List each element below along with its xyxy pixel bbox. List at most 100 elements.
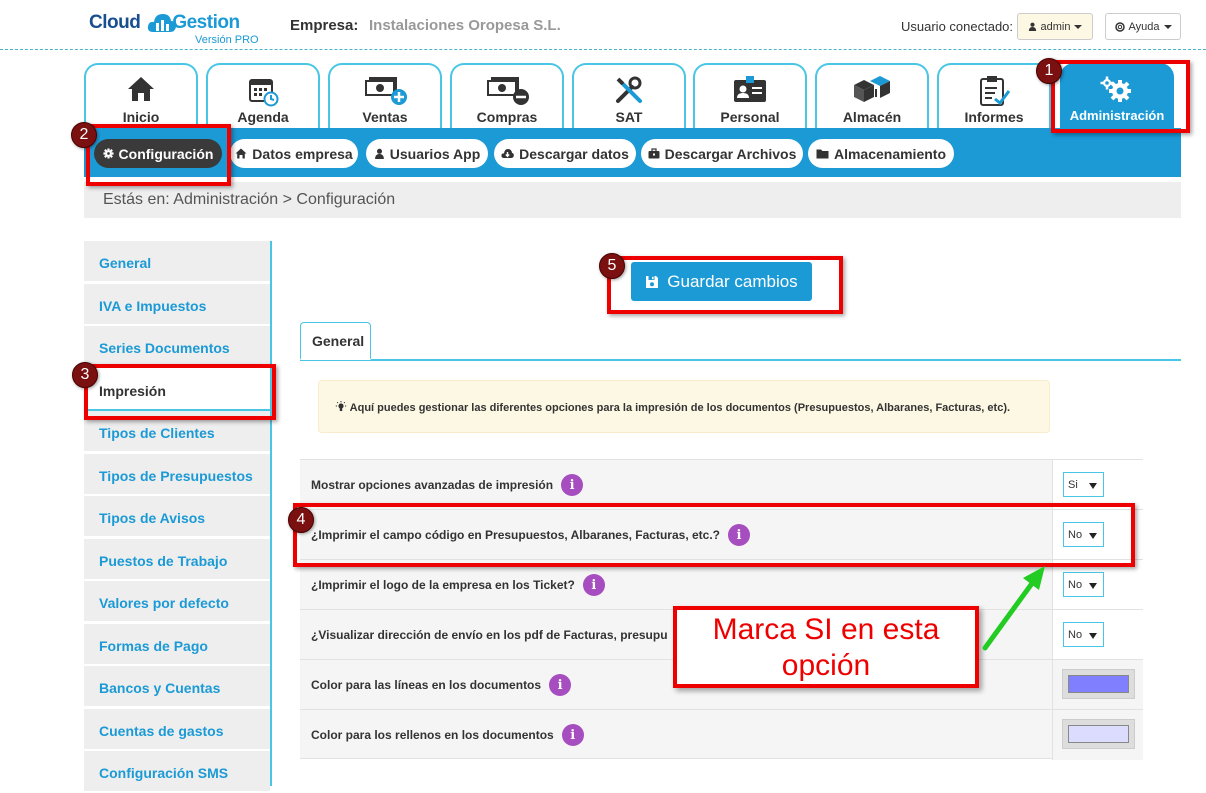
annotation-callout: Marca SI en esta opción bbox=[673, 606, 979, 688]
sidebar-item-configuracion-sms[interactable]: Configuración SMS bbox=[84, 751, 270, 793]
module-tab-personal[interactable]: Personal bbox=[693, 63, 807, 128]
module-tab-ventas[interactable]: Ventas bbox=[328, 63, 442, 128]
annotation-marker-3: 3 bbox=[72, 362, 98, 388]
breadcrumb: Estás en: Administración > Configuración bbox=[84, 182, 1181, 218]
annotation-marker-4: 4 bbox=[288, 507, 314, 533]
briefcase-icon bbox=[648, 148, 660, 159]
caret-down-icon bbox=[1089, 483, 1097, 489]
module-tab-informes[interactable]: Informes bbox=[937, 63, 1051, 128]
module-tab-label: Inicio bbox=[122, 109, 160, 125]
home-icon bbox=[235, 148, 247, 159]
module-tab-agenda[interactable]: Agenda bbox=[206, 63, 320, 128]
module-tab-label: Informes bbox=[964, 109, 1024, 125]
module-tab-compras[interactable]: Compras bbox=[450, 63, 564, 128]
folder-icon bbox=[816, 149, 829, 159]
subnav-label: Datos empresa bbox=[252, 145, 353, 162]
user-menu-label: admin bbox=[1040, 20, 1071, 33]
sidebar-item-bancos-cuentas[interactable]: Bancos y Cuentas bbox=[84, 666, 270, 708]
money-minus-icon bbox=[487, 77, 529, 105]
lightbulb-icon bbox=[335, 401, 347, 411]
annotation-box-2 bbox=[86, 124, 231, 186]
info-icon[interactable]: i bbox=[582, 574, 605, 596]
module-tab-inicio[interactable]: Inicio bbox=[84, 63, 198, 128]
select-value: No bbox=[1068, 629, 1083, 641]
color-picker-fills[interactable] bbox=[1062, 719, 1135, 749]
color-picker-lines[interactable] bbox=[1062, 669, 1135, 699]
sidebar-item-tipos-presupuestos[interactable]: Tipos de Presupuestos bbox=[84, 454, 270, 496]
setting-row: Color para los rellenos en los documento… bbox=[300, 709, 1143, 760]
tab-general[interactable]: General bbox=[300, 322, 371, 360]
caret-down-icon bbox=[1089, 633, 1097, 639]
annotation-box-5 bbox=[607, 256, 843, 314]
subnav-descargar-archivos[interactable]: Descargar Archivos bbox=[641, 139, 803, 168]
setting-select[interactable]: Si bbox=[1063, 472, 1104, 497]
config-sidebar: General IVA e Impuestos Series Documento… bbox=[84, 241, 272, 793]
sidebar-item-general[interactable]: General bbox=[84, 241, 270, 283]
sidebar-item-iva-impuestos[interactable]: IVA e Impuestos bbox=[84, 284, 270, 326]
sidebar-item-puestos-trabajo[interactable]: Puestos de Trabajo bbox=[84, 539, 270, 581]
subnav-almacenamiento[interactable]: Almacenamiento bbox=[808, 139, 954, 168]
annotation-marker-5: 5 bbox=[599, 253, 625, 279]
setting-label: Mostrar opciones avanzadas de impresión bbox=[311, 478, 554, 492]
user-icon bbox=[1028, 22, 1036, 31]
annotation-marker-1: 1 bbox=[1036, 58, 1062, 84]
module-tab-label: Agenda bbox=[237, 109, 289, 125]
annotation-box-3 bbox=[84, 364, 276, 420]
info-icon[interactable]: i bbox=[549, 674, 572, 696]
setting-label: Color para los rellenos en los documento… bbox=[311, 728, 554, 742]
sidebar-item-cuentas-gastos[interactable]: Cuentas de gastos bbox=[84, 709, 270, 751]
subnav-descargar-datos[interactable]: Descargar datos bbox=[494, 139, 636, 168]
annotation-box-4 bbox=[293, 503, 1135, 567]
module-tab-label: Compras bbox=[476, 109, 538, 125]
setting-label: Color para las líneas en los documentos bbox=[311, 678, 542, 692]
sidebar-item-series-documentos[interactable]: Series Documentos bbox=[84, 326, 270, 368]
setting-select[interactable]: No bbox=[1063, 622, 1104, 647]
green-arrow-icon bbox=[982, 566, 1045, 651]
sidebar-item-tipos-avisos[interactable]: Tipos de Avisos bbox=[84, 496, 270, 538]
lifebuoy-icon bbox=[1114, 21, 1125, 32]
color-swatch bbox=[1068, 675, 1129, 693]
help-menu-label: Ayuda bbox=[1128, 20, 1160, 33]
module-tab-label: Almacén bbox=[842, 109, 902, 125]
setting-select[interactable]: No bbox=[1063, 572, 1104, 597]
cloud-download-icon bbox=[501, 149, 514, 158]
user-menu-button[interactable]: admin bbox=[1017, 13, 1093, 40]
color-swatch bbox=[1068, 725, 1129, 743]
subnav-label: Descargar Archivos bbox=[664, 145, 797, 162]
select-value: No bbox=[1068, 579, 1083, 591]
setting-row: Mostrar opciones avanzadas de impresión i… bbox=[300, 459, 1143, 510]
cloudgestion-logo[interactable]: Cloud Gestion Versión PRO bbox=[89, 10, 264, 46]
tools-icon bbox=[616, 76, 642, 103]
sidebar-item-valores-defecto[interactable]: Valores por defecto bbox=[84, 581, 270, 623]
select-value: Si bbox=[1068, 479, 1078, 491]
sidebar-item-formas-pago[interactable]: Formas de Pago bbox=[84, 624, 270, 666]
empresa-label: Empresa: bbox=[290, 17, 359, 34]
info-icon[interactable]: i bbox=[561, 724, 584, 746]
top-header: Cloud Gestion Versión PRO Empresa: Instal… bbox=[0, 0, 1206, 50]
module-tab-almacen[interactable]: Almacén bbox=[815, 63, 929, 128]
home-icon bbox=[128, 77, 154, 101]
subnav-label: Almacenamiento bbox=[833, 145, 947, 162]
id-card-icon bbox=[734, 76, 766, 102]
subnav-datos-empresa[interactable]: Datos empresa bbox=[230, 139, 358, 168]
money-plus-icon bbox=[365, 77, 407, 105]
setting-label: ¿Imprimir el logo de la empresa en los T… bbox=[311, 578, 575, 592]
user-icon bbox=[374, 148, 384, 159]
subnav-usuarios-app[interactable]: Usuarios App bbox=[366, 139, 488, 168]
info-icon[interactable]: i bbox=[561, 474, 584, 496]
info-alert-text: Aquí puedes gestionar las diferentes opc… bbox=[349, 402, 1011, 414]
tab-underline bbox=[300, 359, 1181, 361]
module-tab-label: Ventas bbox=[362, 109, 408, 125]
info-alert: Aquí puedes gestionar las diferentes opc… bbox=[318, 380, 1050, 433]
module-tab-label: SAT bbox=[615, 109, 643, 125]
module-tab-label: Personal bbox=[720, 109, 780, 125]
subnav-label: Usuarios App bbox=[389, 145, 481, 162]
subnav-label: Descargar datos bbox=[519, 145, 629, 162]
caret-down-icon bbox=[1089, 583, 1097, 589]
cloud-icon bbox=[147, 14, 177, 32]
clipboard-icon bbox=[980, 76, 1011, 106]
help-menu-button[interactable]: Ayuda bbox=[1105, 13, 1181, 40]
logo-version: Versión PRO bbox=[195, 34, 259, 46]
module-tab-sat[interactable]: SAT bbox=[572, 63, 686, 128]
chevron-down-icon bbox=[1074, 24, 1083, 29]
